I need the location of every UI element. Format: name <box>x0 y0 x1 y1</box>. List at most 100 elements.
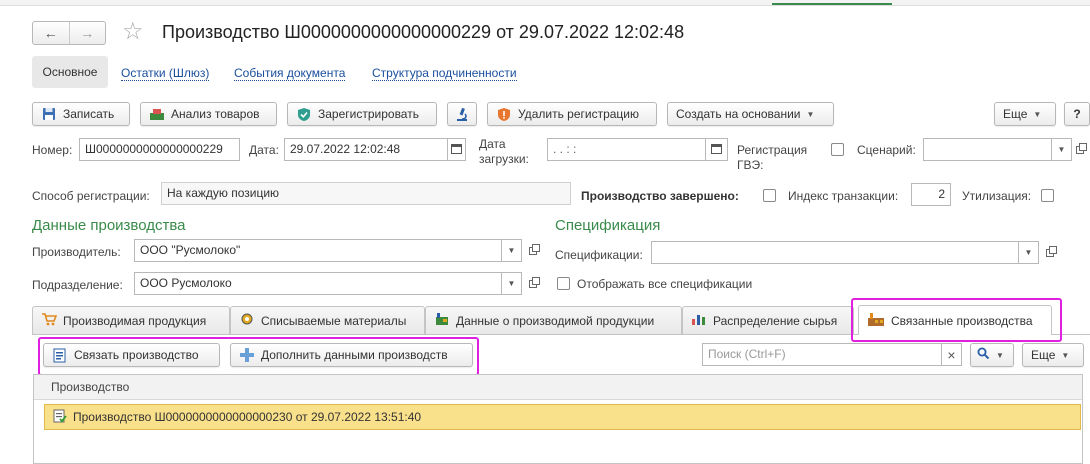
show-all-specs-checkbox[interactable] <box>557 277 570 290</box>
load-date-label-2: загрузки: <box>479 152 529 166</box>
number-label: Номер: <box>32 143 73 157</box>
save-button[interactable]: Записать <box>32 102 130 126</box>
list-more-button[interactable]: Еще ▼ <box>1022 343 1084 367</box>
forward-button[interactable]: → <box>70 22 106 44</box>
shopping-cart-icon <box>41 312 58 329</box>
top-window-strip-active <box>772 0 892 5</box>
tab-produced-goods-label: Производимая продукция <box>63 313 207 328</box>
chevron-down-icon: ▼ <box>806 109 815 119</box>
production-done-label: Производство завершено: <box>581 189 739 203</box>
load-date-calendar-button[interactable] <box>706 138 728 161</box>
create-based-on-button[interactable]: Создать на основании ▼ <box>667 102 834 126</box>
tab-product-data[interactable]: Данные о производимой продукции <box>425 306 682 334</box>
open-window-icon <box>1075 142 1087 157</box>
production-done-checkbox[interactable] <box>763 189 776 202</box>
reg-method-label: Способ регистрации: <box>32 189 150 203</box>
manufacturer-dropdown-button[interactable]: ▼ <box>502 239 522 262</box>
search-input[interactable]: Поиск (Ctrl+F) <box>702 343 942 366</box>
more-button[interactable]: Еще ▼ <box>994 102 1056 126</box>
chevron-down-icon: ▼ <box>1057 145 1066 154</box>
favorite-star-icon[interactable]: ☆ <box>122 18 144 46</box>
nav-tab-structure[interactable]: Структура подчиненности <box>372 66 517 81</box>
transaction-index-label: Индекс транзакции: <box>788 189 899 203</box>
create-based-on-label: Создать на основании <box>676 107 801 121</box>
help-button[interactable]: ? <box>1064 102 1090 126</box>
manufacturer-label: Производитель: <box>32 245 121 259</box>
table-row[interactable]: Производство Ш0000000000000000230 от 29.… <box>44 404 1081 430</box>
scenario-dropdown-button[interactable]: ▼ <box>1052 138 1072 161</box>
utilization-label: Утилизация: <box>962 189 1032 203</box>
delete-registration-button[interactable]: Удалить регистрацию <box>487 102 657 126</box>
gve-checkbox[interactable] <box>831 143 844 156</box>
more-button-label: Еще <box>1003 107 1028 121</box>
date-input[interactable]: 29.07.2022 12:02:48 <box>284 138 448 161</box>
spec-input[interactable] <box>651 241 1019 264</box>
scenario-input[interactable] <box>923 138 1052 161</box>
tab-product-data-label: Данные о производимой продукции <box>456 313 655 328</box>
scenario-label: Сценарий: <box>857 143 916 157</box>
nav-tab-stock[interactable]: Остатки (Шлюз) <box>121 66 210 81</box>
calendar-icon <box>711 143 722 157</box>
nav-tab-events[interactable]: События документа <box>234 66 346 81</box>
utilization-checkbox[interactable] <box>1041 189 1054 202</box>
nav-tab-main[interactable]: Основное <box>32 56 108 88</box>
chevron-down-icon: ▼ <box>507 279 516 288</box>
table-header: Производство <box>34 375 1082 400</box>
date-label: Дата: <box>249 143 279 157</box>
tab-produced-goods[interactable]: Производимая продукция <box>32 306 230 334</box>
scenario-open-button[interactable] <box>1072 138 1090 161</box>
column-header-production[interactable]: Производство <box>51 380 129 394</box>
load-date-label-1: Дата <box>479 137 506 151</box>
delete-registration-label: Удалить регистрацию <box>518 107 639 121</box>
search-placeholder: Поиск (Ctrl+F) <box>708 347 786 361</box>
back-button[interactable]: ← <box>33 22 70 44</box>
gve-label-2: ГВЭ: <box>737 158 764 172</box>
number-input[interactable]: Ш0000000000000000229 <box>79 138 240 161</box>
division-label: Подразделение: <box>32 278 123 292</box>
shield-warning-icon <box>496 106 512 122</box>
page-title: Производство Ш0000000000000000229 от 29.… <box>162 22 685 42</box>
microscope-icon <box>454 106 470 122</box>
tab-raw-distribution-label: Распределение сырья <box>713 313 838 328</box>
date-calendar-button[interactable] <box>448 138 466 161</box>
floppy-disk-icon <box>41 106 57 122</box>
division-input[interactable]: ООО Русмолоко <box>134 272 502 295</box>
transaction-index-input[interactable]: 2 <box>911 183 951 206</box>
search-clear-button[interactable]: × <box>942 343 962 366</box>
spec-open-button[interactable] <box>1042 241 1060 264</box>
load-date-input[interactable]: . . : : <box>547 138 706 161</box>
table-row-label: Производство Ш0000000000000000230 от 29.… <box>73 410 422 424</box>
goods-box-icon <box>149 106 165 122</box>
top-window-strip <box>0 0 1090 6</box>
calendar-icon <box>451 143 462 157</box>
manufacturer-input[interactable]: ООО "Русмолоко" <box>134 239 502 262</box>
analysis-button[interactable]: Анализ товаров <box>140 102 277 126</box>
search-button[interactable]: ▼ <box>970 343 1014 367</box>
microscope-button[interactable] <box>447 102 477 126</box>
highlight-linked-tab <box>851 298 1062 342</box>
spec-label: Спецификации: <box>555 248 643 262</box>
document-posted-icon <box>53 409 67 426</box>
open-window-icon <box>528 243 540 258</box>
register-button[interactable]: Зарегистрировать <box>287 102 437 126</box>
chevron-down-icon: ▼ <box>996 350 1004 360</box>
linked-productions-table: Производство Производство Ш0000000000000… <box>33 374 1083 464</box>
spec-dropdown-button[interactable]: ▼ <box>1019 241 1039 264</box>
tab-raw-distribution[interactable]: Распределение сырья <box>682 306 854 334</box>
list-more-label: Еще <box>1031 348 1056 362</box>
highlight-linked-toolbar <box>38 337 479 376</box>
chevron-down-icon: ▼ <box>1061 350 1070 360</box>
open-window-icon <box>1045 245 1057 260</box>
division-open-button[interactable] <box>525 272 543 295</box>
close-icon: × <box>947 346 956 363</box>
chevron-down-icon: ▼ <box>507 246 516 255</box>
show-all-specs-label: Отображать все спецификации <box>577 277 753 291</box>
reg-method-input[interactable]: На каждую позицию <box>161 182 571 205</box>
division-dropdown-button[interactable]: ▼ <box>502 272 522 295</box>
help-button-label: ? <box>1073 107 1081 121</box>
tab-written-off-materials[interactable]: Списываемые материалы <box>230 306 425 334</box>
shield-check-icon <box>296 106 312 122</box>
production-data-section-title: Данные производства <box>32 217 186 234</box>
arrow-right-icon: → <box>80 25 95 41</box>
manufacturer-open-button[interactable] <box>525 239 543 262</box>
